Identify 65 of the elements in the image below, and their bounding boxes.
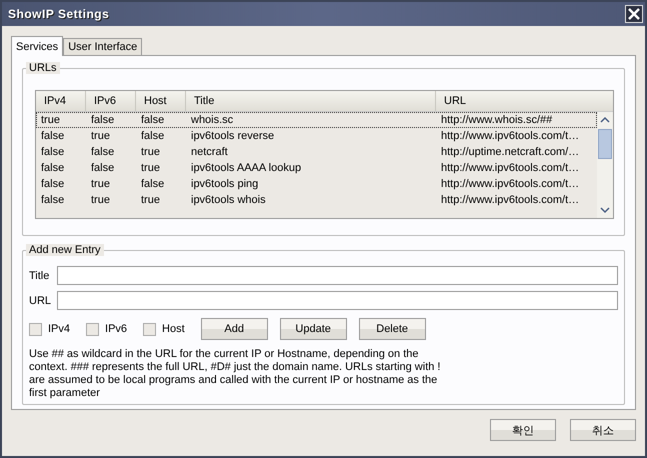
table-cell-text: false [140, 114, 166, 126]
table-cell-text: whois.sc [190, 114, 234, 126]
column-header[interactable]: IPv6 [86, 91, 136, 111]
table-cell-text: true [140, 146, 161, 158]
close-icon [628, 8, 640, 20]
table-cell-text: false [40, 162, 66, 174]
table-cell-text: netcraft [190, 146, 229, 158]
table-cell-text: true [140, 162, 161, 174]
table-cell-text: false [40, 130, 66, 142]
checkbox[interactable] [86, 322, 100, 336]
column-header[interactable]: Host [136, 91, 186, 111]
input-field[interactable] [57, 266, 618, 285]
table-row[interactable]: true false false whois.sc http://www.whois.sc/## [36, 112, 597, 128]
table-row[interactable]: false true false ipv6tools ping http://www.ipv6tools.com/t… [36, 176, 597, 192]
tab[interactable]: User Interface [63, 38, 142, 55]
table-cell-text: http://www.whois.sc/## [440, 114, 554, 126]
table-cell-text: ipv6tools whois [190, 194, 267, 206]
table-cell-text: true [140, 194, 161, 206]
table-cell-text: false [90, 114, 116, 126]
action-button[interactable]: Add [200, 318, 268, 340]
table-cell-text: http://www.ipv6tools.com/t… [440, 162, 580, 174]
column-header[interactable]: Title [186, 91, 436, 111]
dialog-button[interactable]: 취소 [570, 419, 636, 441]
group-title: Add new Entry [26, 244, 104, 256]
table-cell-text: http://www.ipv6tools.com/t… [440, 178, 580, 190]
table-cell-text: http://www.ipv6tools.com/t… [440, 130, 580, 142]
table-cell-text: ipv6tools reverse [190, 130, 276, 142]
table-row[interactable]: false true false ipv6tools reverse http://www.ipv6tools.com/t… [36, 128, 597, 144]
checkbox[interactable] [143, 322, 156, 336]
scroll-thumb[interactable] [598, 129, 612, 159]
table-cell-text: false [140, 178, 166, 190]
table-cell-text: true [90, 130, 111, 142]
group-title: URLs [26, 62, 60, 74]
checkbox-label: IPv6 [105, 323, 128, 335]
input-field[interactable] [57, 291, 618, 310]
column-header[interactable]: IPv4 [36, 91, 86, 111]
table-cell-text: true [90, 178, 111, 190]
tab[interactable]: Services [11, 36, 64, 56]
close-button[interactable] [625, 5, 643, 23]
table-cell-text: true [40, 114, 61, 126]
table-row[interactable]: false false true netcraft http://uptime.netcraft.com/… [36, 144, 597, 160]
action-button[interactable]: Update [280, 318, 347, 340]
table-cell-text: false [90, 146, 116, 158]
table-cell-text: false [40, 146, 66, 158]
dialog-button[interactable]: 확인 [490, 419, 556, 441]
table-cell-text: http://www.ipv6tools.com/t… [440, 194, 580, 206]
window-title: ShowIP Settings [8, 7, 110, 21]
scrollbar[interactable] [597, 112, 613, 218]
table-row[interactable]: false false true ipv6tools AAAA lookup http://www.ipv6tools.com/t… [36, 160, 597, 176]
action-button[interactable]: Delete [358, 318, 426, 340]
table-cell-text: false [140, 130, 166, 142]
table-cell-text: false [40, 178, 66, 190]
help-text: Use ## as wildcard in the URL for the current IP or Hostname, depending on the context. ### represents the full URL, #D# just the domain name. URLs starting with ! are assumed to be local programs and called with the current IP or hostname as the first parameter [29, 348, 442, 400]
table-cell-text: true [90, 194, 111, 206]
checkbox-label: IPv4 [48, 323, 70, 335]
column-header[interactable]: URL [436, 91, 606, 111]
table-cell-text: false [40, 194, 66, 206]
field-label: Title [29, 270, 47, 282]
checkbox[interactable] [29, 322, 42, 336]
table-cell-text: ipv6tools AAAA lookup [190, 162, 302, 174]
table-cell-text: http://uptime.netcraft.com/… [440, 146, 580, 158]
table-row[interactable]: false true true ipv6tools whois http://www.ipv6tools.com/t… [36, 192, 597, 208]
table-cell-text: ipv6tools ping [190, 178, 260, 190]
table-cell-text: false [90, 162, 116, 174]
checkbox-label: Host [162, 323, 185, 335]
